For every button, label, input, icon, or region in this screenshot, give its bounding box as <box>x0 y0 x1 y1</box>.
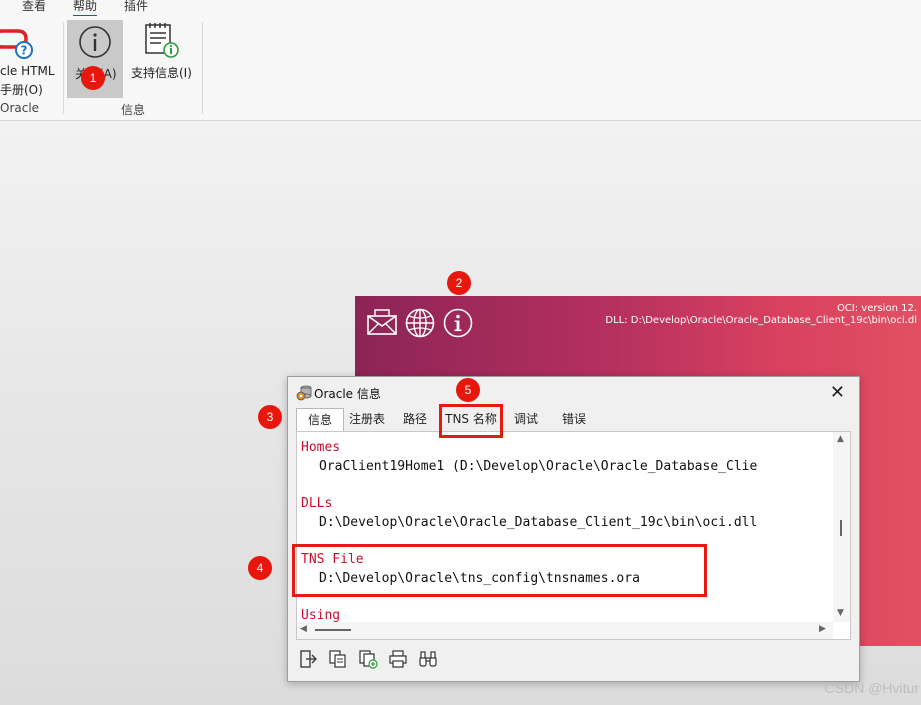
menu-bar: 查看 帮助 插件 <box>0 0 921 17</box>
database-gear-icon <box>296 385 312 401</box>
support-info-icon <box>145 23 179 58</box>
copy-icon[interactable] <box>328 649 348 669</box>
highlight-tns-tab <box>439 404 503 438</box>
oracle-help-icon: ? <box>0 29 33 59</box>
binoculars-icon[interactable] <box>418 649 438 669</box>
info-icon[interactable] <box>443 308 473 338</box>
globe-icon[interactable] <box>405 308 435 338</box>
oracle-html-manual-label-1: cle HTML <box>0 64 55 78</box>
step-badge-4: 4 <box>248 556 272 580</box>
scroll-left-icon[interactable]: ◀ <box>300 624 307 634</box>
step-badge-5: 5 <box>456 378 480 402</box>
ribbon-group-oracle: Oracle <box>0 101 40 115</box>
mail-icon[interactable] <box>367 308 397 338</box>
tab-errors[interactable]: 错误 <box>554 408 594 430</box>
menu-help[interactable]: 帮助 <box>73 0 98 17</box>
ribbon: ? cle HTML 手册(O) Oracle 关于(A) 支持信息(I <box>0 16 921 121</box>
scroll-up-icon[interactable]: ▲ <box>837 434 844 444</box>
oci-version-text: OCI: version 12. <box>836 303 917 314</box>
tab-registry[interactable]: 注册表 <box>343 408 391 430</box>
tab-paths[interactable]: 路径 <box>395 408 435 430</box>
homes-value: OraClient19Home1 (D:\Develop\Oracle\Orac… <box>319 459 758 474</box>
horizontal-scrollbar[interactable]: ◀ ▶ <box>297 622 833 639</box>
ribbon-separator <box>63 22 64 114</box>
dialog-title: Oracle 信息 <box>314 387 381 401</box>
scroll-thumb[interactable] <box>315 629 351 631</box>
highlight-tns-file <box>292 544 707 597</box>
scroll-thumb[interactable] <box>840 520 842 536</box>
oci-dll-text: DLL: D:\Develop\Oracle\Oracle_Database_C… <box>605 315 917 326</box>
tab-debug[interactable]: 调试 <box>506 408 546 430</box>
ribbon-group-info: 信息 <box>121 103 146 117</box>
oracle-html-manual-label-2: 手册(O) <box>0 83 43 97</box>
dlls-value: D:\Develop\Oracle\Oracle_Database_Client… <box>319 515 758 530</box>
menu-plugins[interactable]: 插件 <box>124 0 148 14</box>
step-badge-2: 2 <box>447 271 471 295</box>
menu-view[interactable]: 查看 <box>22 0 46 14</box>
svg-text:?: ? <box>21 44 28 58</box>
info-icon <box>79 26 111 58</box>
tab-info[interactable]: 信息 <box>296 408 344 431</box>
info-text-area[interactable]: Homes OraClient19Home1 (D:\Develop\Oracl… <box>296 431 851 640</box>
copy-all-icon[interactable] <box>358 649 378 669</box>
scroll-right-icon[interactable]: ▶ <box>819 624 826 634</box>
homes-header: Homes <box>301 440 341 455</box>
dlls-header: DLLs <box>301 496 333 511</box>
scroll-down-icon[interactable]: ▼ <box>837 608 844 618</box>
using-header: Using <box>301 608 341 623</box>
step-badge-3: 3 <box>258 405 282 429</box>
watermark: CSDN @Hvitur <box>824 680 919 696</box>
close-icon[interactable]: ✕ <box>830 382 845 403</box>
oracle-info-dialog: Oracle 信息 ✕ 信息 注册表 路径 TNS 名称 调试 错误 Homes… <box>287 376 860 682</box>
exit-icon[interactable] <box>298 649 318 669</box>
step-badge-1: 1 <box>81 66 105 90</box>
print-icon[interactable] <box>388 649 408 669</box>
vertical-scrollbar[interactable]: ▲ ▼ <box>833 432 850 622</box>
ribbon-separator <box>202 22 203 114</box>
support-info-label: 支持信息(I) <box>131 66 192 80</box>
